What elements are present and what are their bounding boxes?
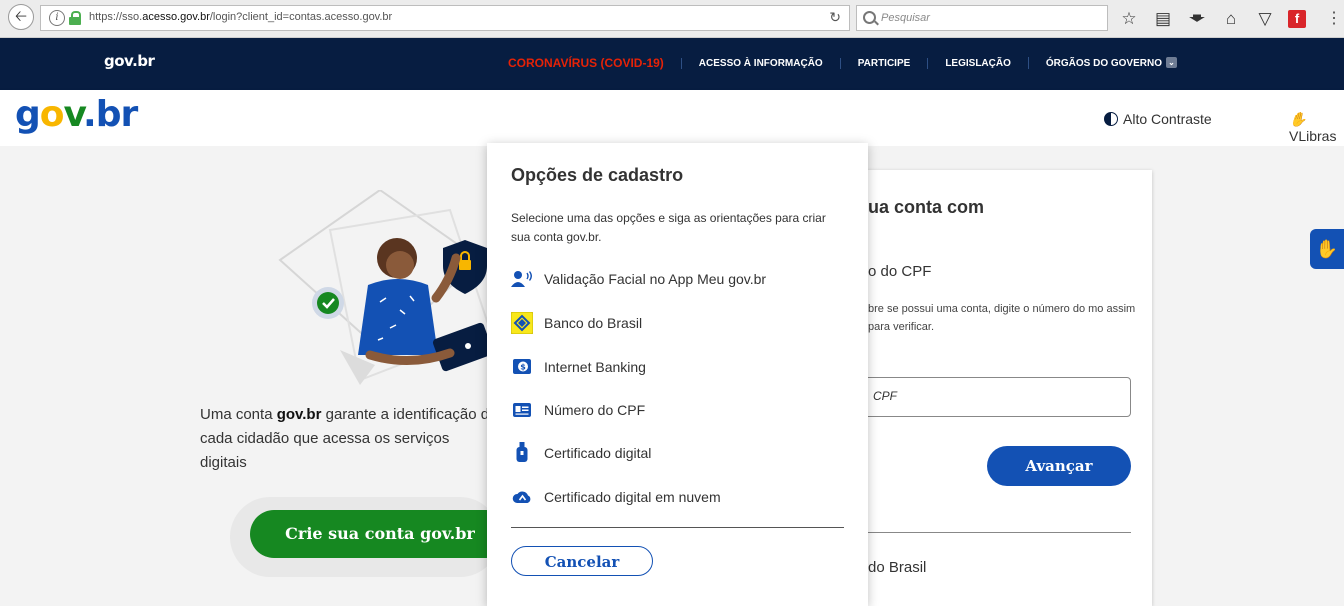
nav-link-covid[interactable]: CORONAVÍRUS (COVID-19) xyxy=(508,56,681,70)
check-badge-icon xyxy=(317,292,339,314)
site-header: gov.br Alto Contraste ✋VLibras xyxy=(0,90,1344,146)
cpf-placeholder: CPF xyxy=(873,389,897,403)
strip-logo[interactable]: gov.br xyxy=(104,52,155,70)
search-input[interactable]: Pesquisar xyxy=(881,12,930,24)
strip-nav: CORONAVÍRUS (COVID-19) ACESSO À INFORMAÇ… xyxy=(508,56,1194,70)
sign-language-hands-icon: ✋ xyxy=(1315,239,1339,259)
vlibras-widget-button[interactable]: ✋ xyxy=(1310,229,1344,269)
login-card-subtitle: o do CPF xyxy=(868,263,932,280)
modal-divider xyxy=(511,527,844,528)
advance-button[interactable]: Avançar xyxy=(987,446,1131,486)
create-account-button[interactable]: Crie sua conta gov.br xyxy=(250,510,510,558)
browser-toolbar: 🡠 i https://sso.acesso.gov.br/login?clie… xyxy=(0,0,1344,38)
bookmarks-list-icon[interactable]: ▤ xyxy=(1152,8,1174,30)
nav-link-legislacao[interactable]: LEGISLAÇÃO xyxy=(927,57,1028,69)
search-icon xyxy=(863,11,876,24)
banco-do-brasil-icon xyxy=(511,312,533,334)
download-icon[interactable]: 🡃 xyxy=(1186,8,1208,30)
option-certificado-digital[interactable]: Certificado digital xyxy=(511,440,651,466)
address-bar[interactable]: i https://sso.acesso.gov.br/login?client… xyxy=(40,5,850,31)
gov-br-logo[interactable]: gov.br xyxy=(15,94,138,135)
modal-title: Opções de cadastro xyxy=(511,165,684,185)
menu-more-icon[interactable]: ⋮ xyxy=(1326,8,1342,28)
cancel-button[interactable]: Cancelar xyxy=(511,546,653,576)
registration-options-modal: Opções de cadastro Selecione uma das opç… xyxy=(487,143,868,606)
face-id-icon xyxy=(511,268,533,290)
option-validacao-facial[interactable]: Validação Facial no App Meu gov.br xyxy=(511,266,766,292)
gov-top-strip: gov.br CORONAVÍRUS (COVID-19) ACESSO À I… xyxy=(0,38,1344,90)
search-box[interactable]: Pesquisar xyxy=(856,5,1108,31)
id-card-icon xyxy=(511,399,533,421)
chevron-down-icon: ⌄ xyxy=(1166,57,1177,68)
option-internet-banking[interactable]: $ Internet Banking xyxy=(511,354,646,380)
login-card-bb-option[interactable]: do Brasil xyxy=(868,559,926,576)
info-icon[interactable]: i xyxy=(49,10,65,26)
laptop xyxy=(432,322,494,372)
lock-icon xyxy=(69,11,81,25)
lock-badge-icon xyxy=(459,260,471,270)
intro-text: Uma conta gov.br garante a identificação… xyxy=(200,406,498,471)
vlibras-link[interactable]: ✋VLibras xyxy=(1289,111,1344,144)
svg-text:$: $ xyxy=(520,363,526,372)
pocket-icon[interactable]: ▽ xyxy=(1254,8,1276,30)
back-button[interactable]: 🡠 xyxy=(8,4,34,30)
reload-icon[interactable]: ↻ xyxy=(829,9,841,26)
login-card-title: ua conta com xyxy=(868,197,985,217)
person-shirt xyxy=(358,279,438,355)
cloud-certificate-icon xyxy=(511,486,533,508)
sign-language-icon: ✋ xyxy=(1289,111,1307,127)
arrow-left-icon: 🡠 xyxy=(14,8,28,25)
option-banco-do-brasil[interactable]: Banco do Brasil xyxy=(511,310,642,336)
option-certificado-nuvem[interactable]: Certificado digital em nuvem xyxy=(511,484,721,510)
home-icon[interactable]: ⌂ xyxy=(1220,8,1242,30)
internet-banking-icon: $ xyxy=(511,356,533,378)
contrast-icon xyxy=(1104,112,1118,126)
modal-description: Selecione uma das opções e siga as orien… xyxy=(511,211,826,244)
nav-link-orgaos[interactable]: ÓRGÃOS DO GOVERNO ⌄ xyxy=(1027,57,1194,69)
usb-token-icon xyxy=(511,442,533,464)
flash-plugin-icon[interactable]: f xyxy=(1288,10,1306,28)
nav-link-participe[interactable]: PARTICIPE xyxy=(839,57,928,69)
illustration xyxy=(278,190,494,385)
high-contrast-toggle[interactable]: Alto Contraste xyxy=(1104,111,1212,127)
url-text[interactable]: https://sso.acesso.gov.br/login?client_i… xyxy=(89,11,392,23)
option-numero-cpf[interactable]: Número do CPF xyxy=(511,397,645,423)
login-card-description: bre se possui uma conta, digite o número… xyxy=(868,303,1136,333)
bookmark-star-icon[interactable]: ☆ xyxy=(1118,8,1140,30)
person-face xyxy=(386,251,414,279)
card-divider xyxy=(853,532,1131,533)
nav-link-acesso-informacao[interactable]: ACESSO À INFORMAÇÃO xyxy=(680,57,840,69)
